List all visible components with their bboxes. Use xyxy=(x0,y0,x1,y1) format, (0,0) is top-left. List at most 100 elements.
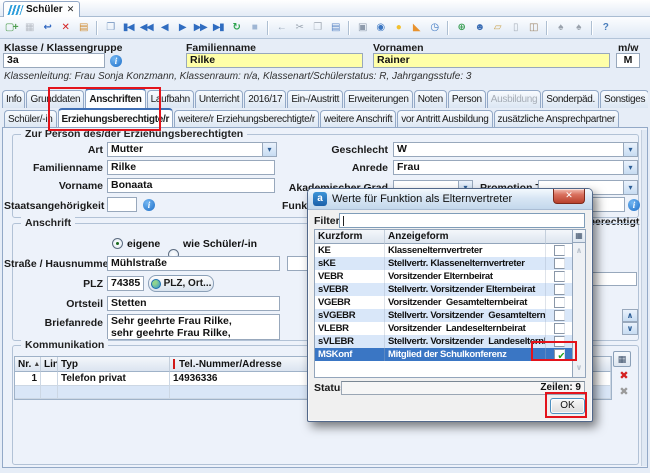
checkbox-unchecked[interactable] xyxy=(554,284,565,295)
dialog-scrollbar[interactable]: ▦ ∧ ∨ xyxy=(572,229,586,378)
staat-field[interactable] xyxy=(107,197,137,212)
komm-header-typ[interactable]: Typ xyxy=(58,357,170,372)
tab-ein-austritt[interactable]: Ein-/Austritt xyxy=(287,90,343,108)
checkbox-checked[interactable]: ✔ xyxy=(554,349,565,360)
komm-cell-r2c3[interactable] xyxy=(58,386,170,399)
ortsteil-field[interactable]: Stetten xyxy=(107,296,280,311)
komm-cell-r1c1[interactable]: 1 xyxy=(15,372,41,386)
checkbox-unchecked[interactable] xyxy=(554,310,565,321)
tab-sonstiges[interactable]: Sonstiges xyxy=(600,90,648,108)
filter-input[interactable] xyxy=(339,213,585,228)
dialog-row-VEBR[interactable]: VEBRVorsitzender Elternbeirat xyxy=(315,270,572,283)
subtab-sch-ler-in[interactable]: Schüler/-in xyxy=(4,110,57,128)
nav-first-icon[interactable]: ▮◀ xyxy=(120,20,136,36)
new-record-icon[interactable]: ▢+ xyxy=(3,20,19,36)
klasse-field[interactable]: 3a xyxy=(3,53,105,68)
dialog-column-select-icon[interactable]: ▦ xyxy=(573,230,585,243)
tab-grunddaten[interactable]: Grunddaten xyxy=(26,90,84,108)
subtab-erziehungsberechtigte-r[interactable]: Erziehungsberechtigte/r xyxy=(58,108,174,128)
reminder-clock-icon[interactable]: ◷ xyxy=(426,20,442,36)
geschlecht-dropdown-icon[interactable]: ▾ xyxy=(623,143,637,156)
komm-cell-r2c2[interactable] xyxy=(41,386,58,399)
cut-icon[interactable]: ✂ xyxy=(291,20,307,36)
dialog-row-MSKonf[interactable]: MSKonfMitglied der Schulkonferenz✔ xyxy=(315,348,572,361)
tab-person[interactable]: Person xyxy=(448,90,486,108)
undo-icon[interactable]: ↩ xyxy=(39,20,55,36)
dialog-titlebar[interactable]: a Werte für Funktion als Elternvertreter… xyxy=(308,189,592,210)
checkbox-unchecked[interactable] xyxy=(554,323,565,334)
export-folder-icon[interactable]: ▱ xyxy=(489,20,505,36)
nav-last-icon[interactable]: ▶▮ xyxy=(210,20,226,36)
komm-clear-row-icon[interactable]: ✖ xyxy=(616,385,632,399)
duplicate-window-icon[interactable]: ❐ xyxy=(102,20,118,36)
dialog-close-button[interactable]: ✕ xyxy=(553,189,585,204)
checkbox-unchecked[interactable] xyxy=(554,336,565,347)
tab-info[interactable]: Info xyxy=(2,90,25,108)
preview-eye-icon[interactable]: ◉ xyxy=(372,20,388,36)
report-icon[interactable]: ▯ xyxy=(507,20,523,36)
web-sync-icon[interactable]: ⊕ xyxy=(453,20,469,36)
announce-icon[interactable]: ◣ xyxy=(408,20,424,36)
dialog-row-VLEBR[interactable]: VLEBRVorsitzender Landeselternbeirat xyxy=(315,322,572,335)
subtab-vor-antritt-ausbildung[interactable]: vor Antritt Ausbildung xyxy=(397,110,492,128)
plz-ort-button[interactable]: PLZ, Ort... xyxy=(148,275,214,292)
geschlecht-dropdown[interactable]: W ▾ xyxy=(393,142,638,157)
subtab-zus-tzliche-ansprechpartner[interactable]: zusätzliche Ansprechpartner xyxy=(494,110,620,128)
briefanrede-spin-up-icon[interactable]: ∧ xyxy=(622,309,638,322)
vornamen-field[interactable]: Rainer xyxy=(373,53,610,68)
subtab-weitere-anschrift[interactable]: weitere Anschrift xyxy=(320,110,396,128)
checkbox-unchecked[interactable] xyxy=(554,245,565,256)
tab-unterricht[interactable]: Unterricht xyxy=(195,90,243,108)
help-icon[interactable]: ? xyxy=(597,20,613,36)
dialog-row-VGEBR[interactable]: VGEBRVorsitzender Gesamtelternbeirat xyxy=(315,296,572,309)
komm-header-nr[interactable]: Nr.▲ xyxy=(15,357,41,372)
staat-info-icon[interactable]: i xyxy=(143,199,155,211)
refresh-icon[interactable]: ↻ xyxy=(228,20,244,36)
nav-next-icon[interactable]: ▶ xyxy=(174,20,190,36)
copy-icon[interactable]: ❐ xyxy=(309,20,325,36)
klasse-info-icon[interactable]: i xyxy=(110,55,122,67)
komm-cell-r1c2[interactable] xyxy=(41,372,58,386)
edit-table-icon[interactable]: ▤ xyxy=(75,20,91,36)
tab-laufbahn[interactable]: Laufbahn xyxy=(147,90,194,108)
stop-icon[interactable]: ■ xyxy=(246,20,262,36)
familienname-header-field[interactable]: Rilke xyxy=(186,53,363,68)
tab-sonderp-d[interactable]: Sonderpäd. xyxy=(542,90,599,108)
dialog-header-anzeigeform[interactable]: Anzeigeform xyxy=(385,230,546,244)
student-icon[interactable]: ☻ xyxy=(471,20,487,36)
tab-close-icon[interactable]: ✕ xyxy=(67,4,75,15)
dialog-row-sVGEBR[interactable]: sVGEBRStellvertr. Vorsitzender Gesamtelt… xyxy=(315,309,572,322)
checkbox-unchecked[interactable] xyxy=(554,271,565,282)
paste-icon[interactable]: ▤ xyxy=(327,20,343,36)
komm-delete-row-icon[interactable]: ✖ xyxy=(616,369,632,383)
anrede-dropdown-icon[interactable]: ▾ xyxy=(623,161,637,174)
tree2-icon[interactable]: ♠ xyxy=(570,20,586,36)
dialog-row-sVLEBR[interactable]: sVLEBRStellvertr. Vorsitzender Landeselt… xyxy=(315,335,572,348)
mw-field[interactable]: M xyxy=(616,53,640,68)
checkbox-unchecked[interactable] xyxy=(554,258,565,269)
back-arrow-icon[interactable]: ← xyxy=(273,20,289,36)
nav-fast-next-icon[interactable]: ▶▶ xyxy=(192,20,208,36)
delete-record-icon[interactable]: ✕ xyxy=(57,20,73,36)
plz-field[interactable]: 74385 xyxy=(107,276,144,291)
hint-lightbulb-icon[interactable]: ● xyxy=(390,20,406,36)
komm-header-link[interactable]: Link xyxy=(41,357,58,372)
dialog-row-sKE[interactable]: sKEStellvertr. Klassenelternvertreter xyxy=(315,257,572,270)
ok-button[interactable]: OK xyxy=(550,398,585,414)
radio-eigene[interactable] xyxy=(112,238,123,249)
id-card-icon[interactable]: ◫ xyxy=(525,20,541,36)
dialog-row-sVEBR[interactable]: sVEBRStellvertr. Vorsitzender Elternbeir… xyxy=(315,283,572,296)
scroll-up-icon[interactable]: ∧ xyxy=(574,246,584,255)
tab-2016-17[interactable]: 2016/17 xyxy=(244,90,286,108)
tree-icon[interactable]: ♠ xyxy=(552,20,568,36)
promotion-dropdown-icon[interactable]: ▾ xyxy=(623,181,637,194)
tab-erweiterungen[interactable]: Erweiterungen xyxy=(344,90,413,108)
briefanrede-spin-down-icon[interactable]: ∨ xyxy=(622,322,638,335)
briefanrede-textarea[interactable]: Sehr geehrte Frau Rilke, sehr geehrte Fr… xyxy=(107,314,280,340)
print-icon[interactable]: ▣ xyxy=(354,20,370,36)
komm-column-select-icon[interactable]: ▦ xyxy=(613,351,631,367)
strasse-field[interactable]: Mühlstraße xyxy=(107,256,280,271)
checkbox-unchecked[interactable] xyxy=(554,297,565,308)
subtab-weitere-r-erziehungsberechtigte-r[interactable]: weitere/r Erziehungsberechtigte/r xyxy=(174,110,319,128)
anrede-dropdown[interactable]: Frau ▾ xyxy=(393,160,638,175)
